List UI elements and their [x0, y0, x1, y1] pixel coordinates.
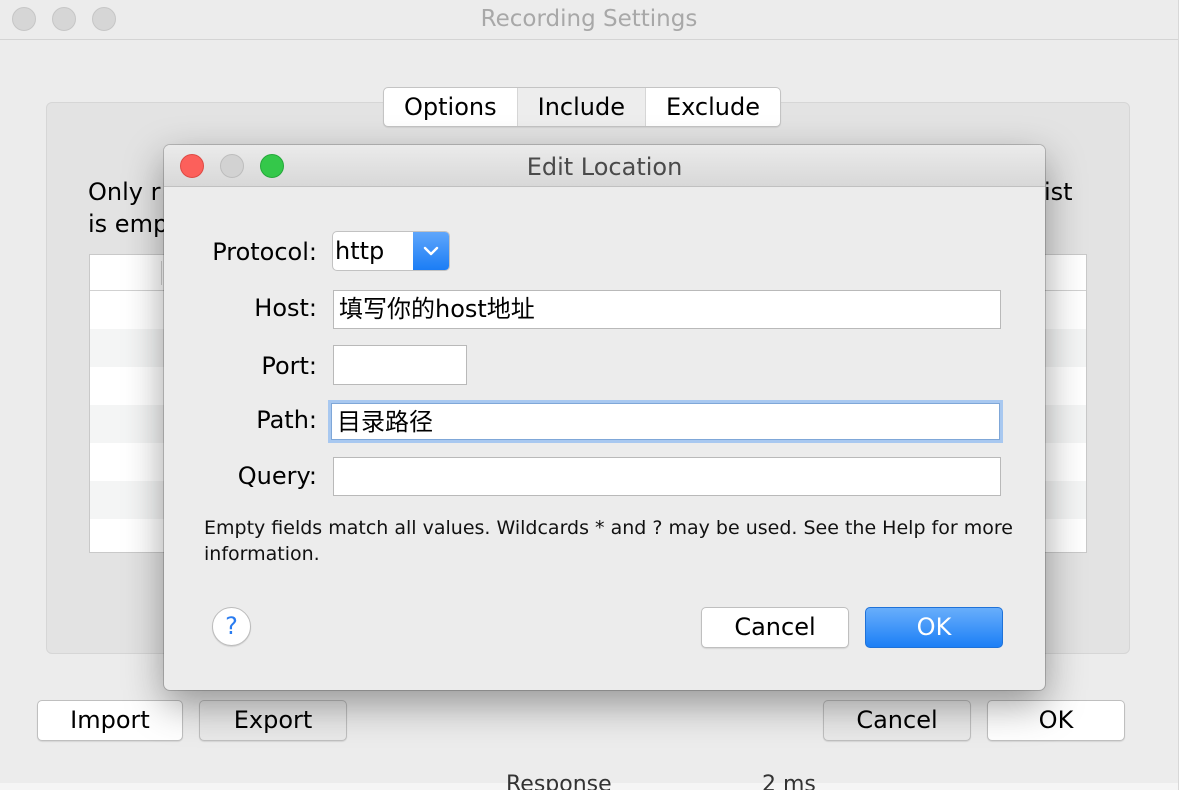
cancel-button[interactable]: Cancel [823, 700, 971, 741]
protocol-select[interactable]: http [332, 231, 450, 271]
description-text-right: ist [1044, 178, 1073, 206]
window-titlebar: Recording Settings [0, 0, 1178, 40]
dialog-title: Edit Location [526, 153, 683, 181]
dialog-ok-button[interactable]: OK [865, 607, 1003, 648]
tab-include[interactable]: Include [516, 88, 646, 126]
window-edge [1178, 0, 1184, 790]
help-note: Empty fields match all values. Wildcards… [204, 517, 1013, 565]
behind-text-response: Response [506, 772, 612, 790]
column-divider[interactable] [161, 261, 162, 285]
dialog-titlebar: Edit Location [164, 145, 1045, 187]
query-field[interactable] [333, 457, 1001, 496]
window-title: Recording Settings [480, 6, 698, 32]
chevron-down-icon [413, 232, 449, 270]
import-button[interactable]: Import [37, 700, 183, 741]
edit-location-dialog: Edit Location Protocol: http Host: 填写你的h… [164, 145, 1045, 690]
path-label: Path: [256, 406, 317, 434]
tab-options[interactable]: Options [384, 88, 517, 126]
protocol-value: http [335, 237, 385, 265]
ok-button[interactable]: OK [987, 700, 1125, 741]
help-button[interactable]: ? [212, 607, 251, 646]
protocol-label: Protocol: [212, 238, 317, 266]
behind-text-duration: 2 ms [762, 772, 816, 790]
port-label: Port: [261, 352, 317, 380]
settings-tabs: Options Include Exclude [383, 87, 782, 127]
host-field[interactable]: 填写你的host地址 [333, 290, 1001, 329]
host-label: Host: [254, 294, 317, 322]
query-label: Query: [237, 462, 317, 490]
port-field[interactable] [333, 345, 467, 385]
dialog-cancel-button[interactable]: Cancel [701, 607, 849, 648]
path-field[interactable]: 目录路径 [331, 403, 1000, 440]
tab-exclude[interactable]: Exclude [646, 88, 780, 126]
export-button[interactable]: Export [199, 700, 347, 741]
